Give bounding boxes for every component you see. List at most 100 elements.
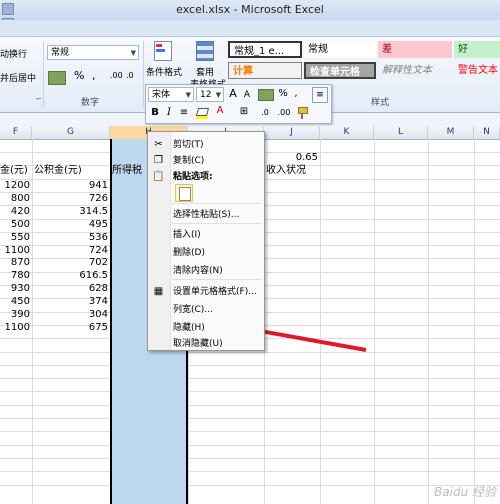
cell-f[interactable]: 390 bbox=[0, 308, 30, 322]
context-menu: ✂ 剪切(T) ❐ 复制(C) 📋 粘贴选项: 选择性粘贴(S)... 插入(I) 删除(D) 清… bbox=[147, 131, 265, 351]
number-format-value: 常规 bbox=[51, 48, 70, 58]
cell-f[interactable]: 1100 bbox=[0, 321, 30, 335]
italic-button[interactable]: I bbox=[164, 106, 174, 120]
font-color-button[interactable]: A bbox=[214, 104, 226, 118]
context-menu-label: 剪切(T) bbox=[173, 140, 204, 150]
cell-g[interactable]: 536 bbox=[32, 231, 108, 245]
currency-icon[interactable] bbox=[48, 71, 66, 85]
format-painter-icon[interactable] bbox=[296, 107, 308, 119]
cell-f[interactable]: 780 bbox=[0, 269, 30, 283]
percent-button[interactable]: % bbox=[278, 87, 288, 101]
paste-icon: 📋 bbox=[152, 171, 165, 182]
context-menu-item[interactable]: 选择性粘贴(S)... bbox=[148, 207, 264, 223]
context-menu-item[interactable]: 列宽(C)... bbox=[148, 302, 264, 318]
cell-f[interactable]: 1200 bbox=[0, 179, 30, 193]
cell-f[interactable]: 800 bbox=[0, 192, 30, 206]
column-header-k[interactable]: K bbox=[320, 126, 374, 139]
context-menu-label: 复制(C) bbox=[173, 156, 205, 166]
increase-decimal-button[interactable]: .0 bbox=[258, 106, 272, 120]
context-menu-item[interactable]: 📋 粘贴选项: bbox=[148, 169, 264, 185]
conditional-format-button[interactable]: 条件格式 bbox=[146, 65, 182, 78]
grid-column-line bbox=[374, 139, 375, 504]
context-menu-item[interactable]: 插入(I) bbox=[148, 227, 264, 243]
mini-toolbar: 宋体 ▼ 12 ▼ A A % , ≡ B I ≡ A ⊞ .0 .00 bbox=[145, 84, 332, 124]
dialog-launcher-icon[interactable]: ⌐ bbox=[36, 95, 42, 103]
grid-row-line bbox=[0, 391, 500, 393]
header-cell-j[interactable]: 收入状况 bbox=[266, 164, 306, 178]
number-group-label: 数字 bbox=[80, 98, 99, 108]
style-good-cell[interactable]: 好 bbox=[454, 41, 500, 58]
context-menu-item[interactable]: ❐ 复制(C) bbox=[148, 153, 264, 169]
cell-g[interactable]: 495 bbox=[32, 218, 108, 232]
merge-center-button[interactable]: 并后居中 bbox=[0, 71, 36, 84]
column-header-n[interactable]: N bbox=[474, 126, 500, 139]
cell-f[interactable]: 930 bbox=[0, 282, 30, 296]
style-check-cell[interactable]: 检查单元格 bbox=[304, 62, 376, 79]
cell-g[interactable]: 702 bbox=[32, 256, 108, 270]
copy-icon: ❐ bbox=[154, 155, 163, 166]
column-header-l[interactable]: L bbox=[374, 126, 428, 139]
style-normal1-cell[interactable]: 常规_1 e... bbox=[228, 41, 302, 58]
grow-font-button[interactable]: A bbox=[228, 87, 238, 101]
column-header-g[interactable]: G bbox=[32, 126, 110, 139]
column-header-f[interactable]: F bbox=[0, 126, 32, 139]
cell-f[interactable]: 450 bbox=[0, 295, 30, 309]
cell-g[interactable]: 304 bbox=[32, 308, 108, 322]
decrease-decimal-button[interactable]: .00 bbox=[276, 106, 292, 120]
font-size-dropdown[interactable]: 12 ▼ bbox=[196, 87, 224, 102]
header-cell-g[interactable]: 公积金(元) bbox=[34, 164, 82, 178]
context-menu-item[interactable]: 删除(D) bbox=[148, 245, 264, 261]
cell-g[interactable]: 724 bbox=[32, 244, 108, 258]
currency-icon[interactable] bbox=[258, 89, 274, 101]
scissors-icon: ✂ bbox=[154, 139, 163, 150]
cell-f[interactable]: 870 bbox=[0, 256, 30, 270]
chevron-down-icon: ▼ bbox=[185, 91, 191, 99]
context-menu-label: 粘贴选项: bbox=[173, 172, 213, 182]
table-format-icon[interactable] bbox=[192, 39, 216, 61]
context-menu-item[interactable]: ✂ 剪切(T) bbox=[148, 137, 264, 153]
cell-g[interactable]: 314.5 bbox=[32, 205, 108, 219]
style-warning-cell[interactable]: 警告文本 bbox=[454, 62, 500, 79]
borders-button[interactable]: ⊞ bbox=[238, 105, 250, 119]
percent-button[interactable]: % bbox=[74, 69, 84, 82]
cell-f[interactable]: 420 bbox=[0, 205, 30, 219]
column-header-j[interactable]: J bbox=[264, 126, 320, 139]
cell-j1[interactable]: 0.65 bbox=[264, 151, 318, 165]
context-menu-item[interactable]: ▦ 设置单元格格式(F)... bbox=[148, 284, 264, 300]
cell-g[interactable]: 616.5 bbox=[32, 269, 108, 283]
decrease-decimal-button[interactable]: .0 bbox=[126, 71, 134, 80]
cell-g[interactable]: 374 bbox=[32, 295, 108, 309]
fill-color-icon[interactable] bbox=[195, 108, 210, 119]
header-cell-h[interactable]: 所得税 bbox=[112, 164, 142, 178]
cell-f[interactable]: 550 bbox=[0, 231, 30, 245]
context-menu-item[interactable]: 清除内容(N) bbox=[148, 263, 264, 279]
style-normal-cell[interactable]: 常规 bbox=[304, 41, 376, 58]
style-bad-cell[interactable]: 差 bbox=[378, 41, 452, 58]
paste-option-button[interactable] bbox=[175, 184, 193, 202]
cell-g[interactable]: 628 bbox=[32, 282, 108, 296]
number-format-dropdown[interactable]: 常规 ▼ bbox=[47, 45, 139, 60]
conditional-format-icon[interactable] bbox=[150, 39, 174, 61]
comma-button[interactable]: , bbox=[92, 69, 96, 82]
style-calc-cell[interactable]: 计算 bbox=[228, 62, 302, 79]
shrink-font-button[interactable]: A bbox=[242, 88, 252, 102]
align-center-button[interactable]: ≡ bbox=[178, 106, 190, 120]
cell-f[interactable]: 500 bbox=[0, 218, 30, 232]
column-header-m[interactable]: M bbox=[428, 126, 474, 139]
header-cell-f[interactable]: 金(元) bbox=[0, 164, 28, 178]
cell-g[interactable]: 941 bbox=[32, 179, 108, 193]
comma-button[interactable]: , bbox=[292, 87, 300, 101]
font-name-dropdown[interactable]: 宋体 ▼ bbox=[148, 87, 194, 102]
context-menu-item[interactable]: 取消隐藏(U) bbox=[148, 336, 264, 352]
ribbon-tabs-bar bbox=[0, 20, 500, 37]
wrap-text-button[interactable]: 动换行 bbox=[0, 47, 27, 60]
cell-g[interactable]: 726 bbox=[32, 192, 108, 206]
context-menu-item[interactable]: 隐藏(H) bbox=[148, 320, 264, 336]
cell-f[interactable]: 1100 bbox=[0, 244, 30, 258]
menu-separator bbox=[172, 203, 262, 204]
bold-button[interactable]: B bbox=[150, 106, 160, 120]
increase-decimal-button[interactable]: .00 bbox=[110, 71, 123, 80]
style-explain-cell[interactable]: 解释性文本 bbox=[378, 62, 452, 79]
cell-g[interactable]: 675 bbox=[32, 321, 108, 335]
merge-button[interactable]: ≡ bbox=[312, 87, 328, 103]
